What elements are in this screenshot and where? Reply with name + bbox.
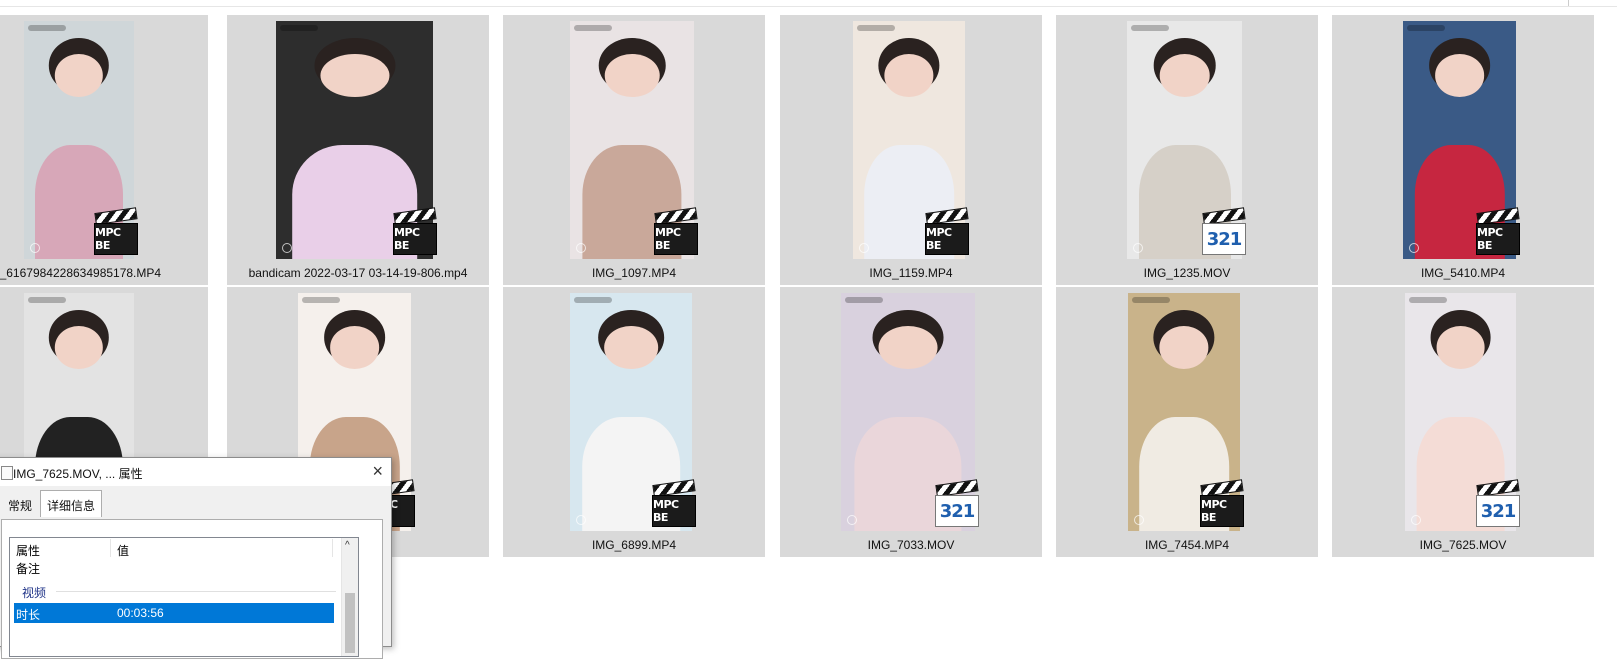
badge-label: MPC BE [1476, 223, 1520, 255]
mpc-be-icon: MPC BE [654, 207, 698, 257]
badge-label: MPC BE [393, 223, 437, 255]
column-property[interactable]: 属性 [16, 542, 40, 559]
mpc-be-icon: MPC BE [1476, 207, 1520, 257]
thumbnail-overlay-bar [1132, 297, 1170, 303]
badge-label: MPC BE [1200, 495, 1244, 527]
thumbnail-overlay-bar [1407, 25, 1445, 31]
thumbnail-overlay-bar [574, 25, 612, 31]
mpc-hc-321-icon: 321 [935, 479, 979, 529]
thumbnail-figure-head [319, 54, 390, 98]
mpc-be-icon: MPC BE [94, 207, 138, 257]
thumbnail-record-icon [576, 243, 586, 253]
file-name[interactable]: bandicam 2022-03-17 03-14-19-806.mp4 [227, 266, 489, 280]
tab-details[interactable]: 详细信息 [40, 490, 103, 517]
file-tile[interactable]: MPC BE IMG_5410.MP4 [1332, 15, 1594, 285]
thumbnail-overlay-bar [28, 25, 66, 31]
file-name[interactable]: IMG_6899.MP4 [503, 538, 765, 552]
file-tile[interactable]: MPC BE IMG_1159.MP4 [780, 15, 1042, 285]
list-scrollbar[interactable]: ^ [341, 538, 358, 656]
thumbnail-figure-head [54, 54, 104, 98]
badge-label: MPC BE [654, 223, 698, 255]
property-note[interactable]: 备注 [16, 560, 40, 577]
badge-label: MPC BE [94, 223, 138, 255]
mpc-be-icon: MPC BE [925, 207, 969, 257]
file-name[interactable]: IMG_5410.MP4 [1332, 266, 1594, 280]
thumbnail-figure-head [1159, 54, 1210, 98]
thumbnail-figure-head [1159, 326, 1209, 370]
file-name[interactable]: IMG_7625.MOV [1332, 538, 1594, 552]
properties-dialog: IMG_7625.MOV, ... 属性 × 常规 详细信息 属性 值 备注 视… [0, 457, 392, 659]
group-divider [56, 591, 336, 592]
selected-row-duration[interactable]: 时长 00:03:56 [14, 603, 334, 623]
file-name[interactable]: IMG_7454.MP4 [1056, 538, 1318, 552]
file-tile[interactable]: 321 IMG_7033.MOV [780, 287, 1042, 557]
duration-label: 时长 [16, 608, 41, 622]
dialog-titlebar[interactable]: IMG_7625.MOV, ... 属性 × [0, 458, 391, 486]
tab-general[interactable]: 常规 [1, 493, 39, 517]
mpc-be-icon: MPC BE [652, 479, 696, 529]
thumbnail-figure-head [1436, 326, 1485, 370]
badge-label: MPC BE [925, 223, 969, 255]
file-name[interactable]: IMG_7033.MOV [780, 538, 1042, 552]
thumbnail-record-icon [859, 243, 869, 253]
file-tile[interactable]: MPC BE IMG_7454.MP4 [1056, 287, 1318, 557]
dialog-tabs: 常规 详细信息 [0, 490, 391, 519]
mpc-be-icon: MPC BE [393, 207, 437, 257]
file-tile[interactable]: 321 IMG_1235.MOV [1056, 15, 1318, 285]
thumbnail-figure-head [329, 326, 380, 370]
duration-value: 00:03:56 [117, 606, 164, 620]
thumbnail-figure-head [1434, 54, 1485, 98]
thumbnail-figure-head [604, 326, 658, 370]
thumbnail-figure-head [54, 326, 104, 370]
badge-label: 321 [1476, 495, 1520, 527]
file-icon [1, 466, 13, 480]
column-divider[interactable] [110, 539, 111, 557]
mpc-hc-321-icon: 321 [1202, 207, 1246, 257]
file-tile[interactable]: MPC BE 5_6167984228634985178.MP4 [0, 15, 208, 285]
scroll-thumb[interactable] [345, 593, 355, 653]
thumbnail-record-icon [1134, 515, 1144, 525]
file-tile[interactable]: 321 IMG_7625.MOV [1332, 287, 1594, 557]
thumbnail-figure-head [884, 54, 934, 98]
close-icon[interactable]: × [372, 461, 383, 481]
property-list[interactable]: 属性 值 备注 视频 时长 00:03:56 ^ [9, 537, 359, 657]
thumbnail-record-icon [576, 515, 586, 525]
thumbnail-overlay-bar [845, 297, 883, 303]
thumbnail-overlay-bar [302, 297, 340, 303]
column-value[interactable]: 值 [117, 542, 129, 559]
file-name[interactable]: IMG_1159.MP4 [780, 266, 1042, 280]
dialog-title: IMG_7625.MOV, ... 属性 [13, 467, 143, 481]
thumbnail-figure-head [878, 326, 938, 370]
thumbnail-overlay-bar [280, 25, 318, 31]
group-video: 视频 [22, 586, 47, 600]
thumbnail-record-icon [1133, 243, 1143, 253]
thumbnail-overlay-bar [857, 25, 895, 31]
thumbnail-record-icon [1411, 515, 1421, 525]
badge-label: 321 [1202, 223, 1246, 255]
column-divider[interactable] [332, 539, 333, 557]
file-name[interactable]: 5_6167984228634985178.MP4 [0, 266, 208, 280]
thumbnail-overlay-bar [1131, 25, 1169, 31]
scroll-up-icon[interactable]: ^ [345, 540, 350, 551]
mpc-be-icon: MPC BE [1200, 479, 1244, 529]
file-name[interactable]: IMG_1235.MOV [1056, 266, 1318, 280]
thumbnail-record-icon [847, 515, 857, 525]
mpc-hc-321-icon: 321 [1476, 479, 1520, 529]
file-tile[interactable]: MPC BE IMG_6899.MP4 [503, 287, 765, 557]
list-header: 属性 值 [10, 538, 358, 559]
file-tile[interactable]: MPC BE bandicam 2022-03-17 03-14-19-806.m… [227, 15, 489, 285]
thumbnail-overlay-bar [1409, 297, 1447, 303]
thumbnail-record-icon [1409, 243, 1419, 253]
thumbnail-record-icon [282, 243, 292, 253]
badge-label: MPC BE [652, 495, 696, 527]
details-panel: 属性 值 备注 视频 时长 00:03:56 ^ [1, 519, 383, 659]
thumbnail-figure-head [604, 54, 660, 98]
thumbnail-overlay-bar [574, 297, 612, 303]
file-tile[interactable]: MPC BE IMG_1097.MP4 [503, 15, 765, 285]
thumbnail-record-icon [30, 243, 40, 253]
file-name[interactable]: IMG_1097.MP4 [503, 266, 765, 280]
thumbnail-overlay-bar [28, 297, 66, 303]
badge-label: 321 [935, 495, 979, 527]
